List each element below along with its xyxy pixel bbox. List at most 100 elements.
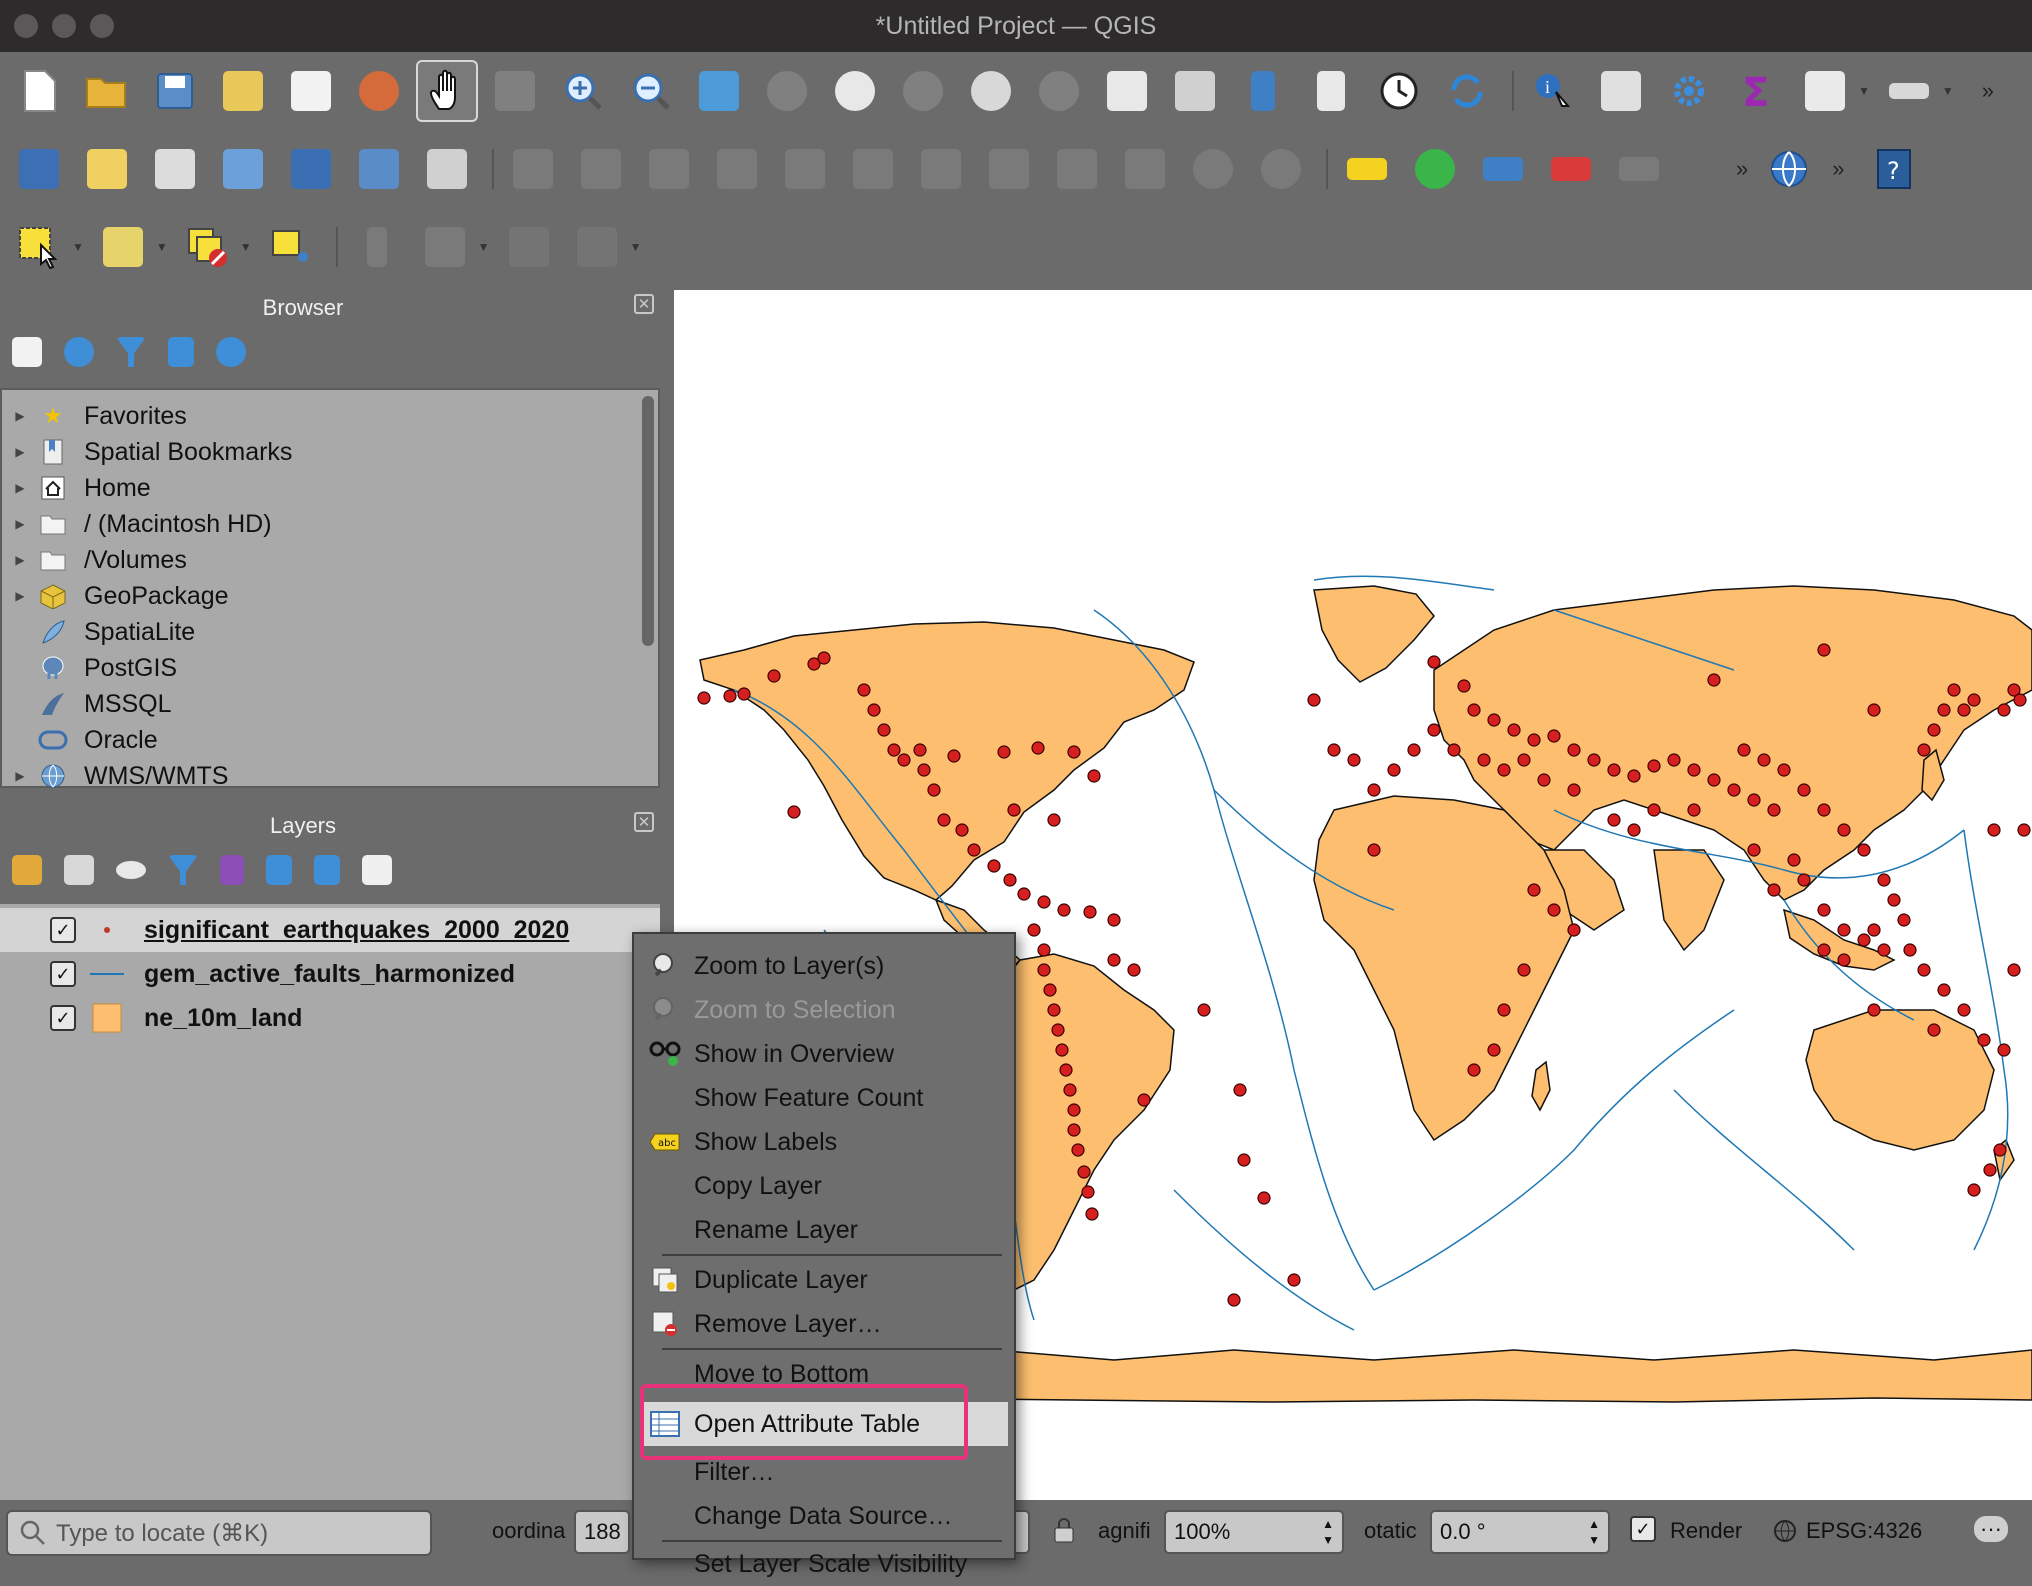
menu-item-copy-layer[interactable]: Copy Layer: [634, 1164, 1014, 1208]
menu-item-set-layer-scale-visibility[interactable]: Set Layer Scale Visibility: [634, 1542, 1014, 1586]
cut-features-button[interactable]: [978, 138, 1040, 200]
chevron-down-icon[interactable]: ▼: [72, 240, 84, 254]
zoom-in-button[interactable]: [552, 60, 614, 122]
layer-labeling-button[interactable]: [1336, 138, 1398, 200]
filter-funnel-icon[interactable]: [116, 337, 146, 367]
expand-arrow-icon[interactable]: ▶: [2, 769, 38, 783]
zoom-out-button[interactable]: [620, 60, 682, 122]
overflow-chevron-icon[interactable]: »: [1736, 156, 1748, 182]
collapse-all-icon[interactable]: [168, 337, 194, 367]
collapse-all-icon[interactable]: [314, 855, 340, 885]
reshape-button[interactable]: [498, 216, 560, 278]
expand-arrow-icon[interactable]: ▶: [2, 517, 38, 531]
new-virtual-layer-button[interactable]: [348, 138, 410, 200]
close-window-button[interactable]: [14, 14, 38, 38]
spin-arrows-icon[interactable]: ▲ ▼: [1588, 1516, 1600, 1548]
zoom-to-layer-button[interactable]: [824, 60, 886, 122]
new-bookmark-button[interactable]: [1232, 60, 1294, 122]
menu-item-remove-layer[interactable]: Remove Layer…: [634, 1302, 1014, 1346]
zoom-window-button[interactable]: [90, 14, 114, 38]
browser-item-wms-wmts[interactable]: ▶ WMS/WMTS: [2, 758, 658, 794]
overflow-chevron-icon[interactable]: »: [1982, 78, 1994, 104]
browser-item-volumes[interactable]: ▶ /Volumes: [2, 542, 658, 578]
chevron-down-icon[interactable]: ▼: [1942, 84, 1954, 98]
select-features-button[interactable]: [8, 216, 70, 278]
add-wms-layer-button[interactable]: [1758, 138, 1820, 200]
add-group-icon[interactable]: [64, 855, 94, 885]
open-project-button[interactable]: [76, 60, 138, 122]
menu-item-duplicate-layer[interactable]: Duplicate Layer: [634, 1258, 1014, 1302]
temporal-controller-button[interactable]: [1368, 60, 1430, 122]
remove-layer-icon[interactable]: [362, 855, 392, 885]
browser-item-favorites[interactable]: ▶ ★ Favorites: [2, 398, 658, 434]
undo-button[interactable]: [1182, 138, 1244, 200]
save-edits-button[interactable]: [638, 138, 700, 200]
browser-item-spatialite[interactable]: SpatiaLite: [2, 614, 658, 650]
new-geopackage-layer-button[interactable]: [76, 138, 138, 200]
layer-visibility-checkbox[interactable]: ✓: [50, 961, 76, 987]
layer-visibility-checkbox[interactable]: ✓: [50, 917, 76, 943]
chevron-down-icon[interactable]: ▼: [630, 240, 642, 254]
show-hide-labels-button[interactable]: [1540, 138, 1602, 200]
attributes-toolbar-button[interactable]: [1590, 60, 1652, 122]
spin-arrows-icon[interactable]: ▲ ▼: [1322, 1516, 1334, 1548]
expand-arrow-icon[interactable]: ▶: [2, 409, 38, 423]
select-by-attribute-button[interactable]: [92, 216, 154, 278]
crs-label[interactable]: EPSG:4326: [1806, 1518, 1922, 1544]
menu-item-change-data-source[interactable]: Change Data Source…: [634, 1494, 1014, 1538]
select-polygon-button[interactable]: [414, 216, 476, 278]
data-source-manager-button[interactable]: [8, 138, 70, 200]
delete-selected-button[interactable]: [910, 138, 972, 200]
chevron-down-icon[interactable]: ▼: [478, 240, 490, 254]
overflow-chevron-icon[interactable]: »: [1832, 156, 1844, 182]
layer-row-ne-10m-land[interactable]: ✓ ne_10m_land: [0, 996, 660, 1040]
filter-expression-icon[interactable]: [220, 855, 244, 885]
save-project-button[interactable]: [144, 60, 206, 122]
open-attribute-table-toolbar-button[interactable]: [1794, 60, 1856, 122]
layout-manager-button[interactable]: [280, 60, 342, 122]
expand-arrow-icon[interactable]: ▶: [2, 553, 38, 567]
add-point-button[interactable]: [706, 138, 768, 200]
new-project-button[interactable]: [8, 60, 70, 122]
toggle-editing-button[interactable]: [570, 138, 632, 200]
menu-item-zoom-to-selection[interactable]: Zoom to Selection: [634, 988, 1014, 1032]
browser-item-home[interactable]: ▶ Home: [2, 470, 658, 506]
minimize-window-button[interactable]: [52, 14, 76, 38]
close-browser-panel-icon[interactable]: ✕: [634, 294, 654, 314]
browser-item-oracle[interactable]: Oracle: [2, 722, 658, 758]
pan-to-selection-button[interactable]: [484, 60, 546, 122]
new-print-layout-button[interactable]: [212, 60, 274, 122]
coordinate-field[interactable]: 188: [574, 1510, 630, 1554]
menu-item-zoom-to-layers[interactable]: Zoom to Layer(s): [634, 944, 1014, 988]
zoom-next-button[interactable]: [1028, 60, 1090, 122]
browser-scrollbar[interactable]: [642, 396, 654, 646]
identify-features-button[interactable]: i: [1522, 60, 1584, 122]
new-shapefile-layer-button[interactable]: [144, 138, 206, 200]
chevron-down-icon[interactable]: ▼: [1858, 84, 1870, 98]
filter-legend-icon[interactable]: [168, 855, 198, 885]
move-label-button[interactable]: [1608, 138, 1670, 200]
menu-item-show-labels[interactable]: abc Show Labels: [634, 1120, 1014, 1164]
browser-item-postgis[interactable]: PostGIS: [2, 650, 658, 686]
current-edits-button[interactable]: [502, 138, 564, 200]
browser-item-macintosh-hd[interactable]: ▶ / (Macintosh HD): [2, 506, 658, 542]
refresh-button[interactable]: [1436, 60, 1498, 122]
browser-item-mssql[interactable]: MSSQL: [2, 686, 658, 722]
menu-item-show-feature-count[interactable]: Show Feature Count: [634, 1076, 1014, 1120]
pin-labels-button[interactable]: [1472, 138, 1534, 200]
style-manager-button[interactable]: [348, 60, 410, 122]
expand-arrow-icon[interactable]: ▶: [2, 589, 38, 603]
new-temporary-layer-button[interactable]: [280, 138, 342, 200]
copy-features-button[interactable]: [1046, 138, 1108, 200]
messages-icon[interactable]: ···: [1974, 1516, 2008, 1542]
zoom-to-selection-toolbar-button[interactable]: [756, 60, 818, 122]
eye-icon[interactable]: [116, 861, 146, 879]
pan-map-button[interactable]: [416, 60, 478, 122]
layer-diagram-button[interactable]: [1404, 138, 1466, 200]
expand-arrow-icon[interactable]: ▶: [2, 481, 38, 495]
redo-button[interactable]: [1250, 138, 1312, 200]
deselect-all-button[interactable]: [176, 216, 238, 278]
new-3d-map-view-button[interactable]: [1164, 60, 1226, 122]
statistics-button[interactable]: Σ: [1726, 60, 1788, 122]
vertex-tool-button[interactable]: [774, 138, 836, 200]
